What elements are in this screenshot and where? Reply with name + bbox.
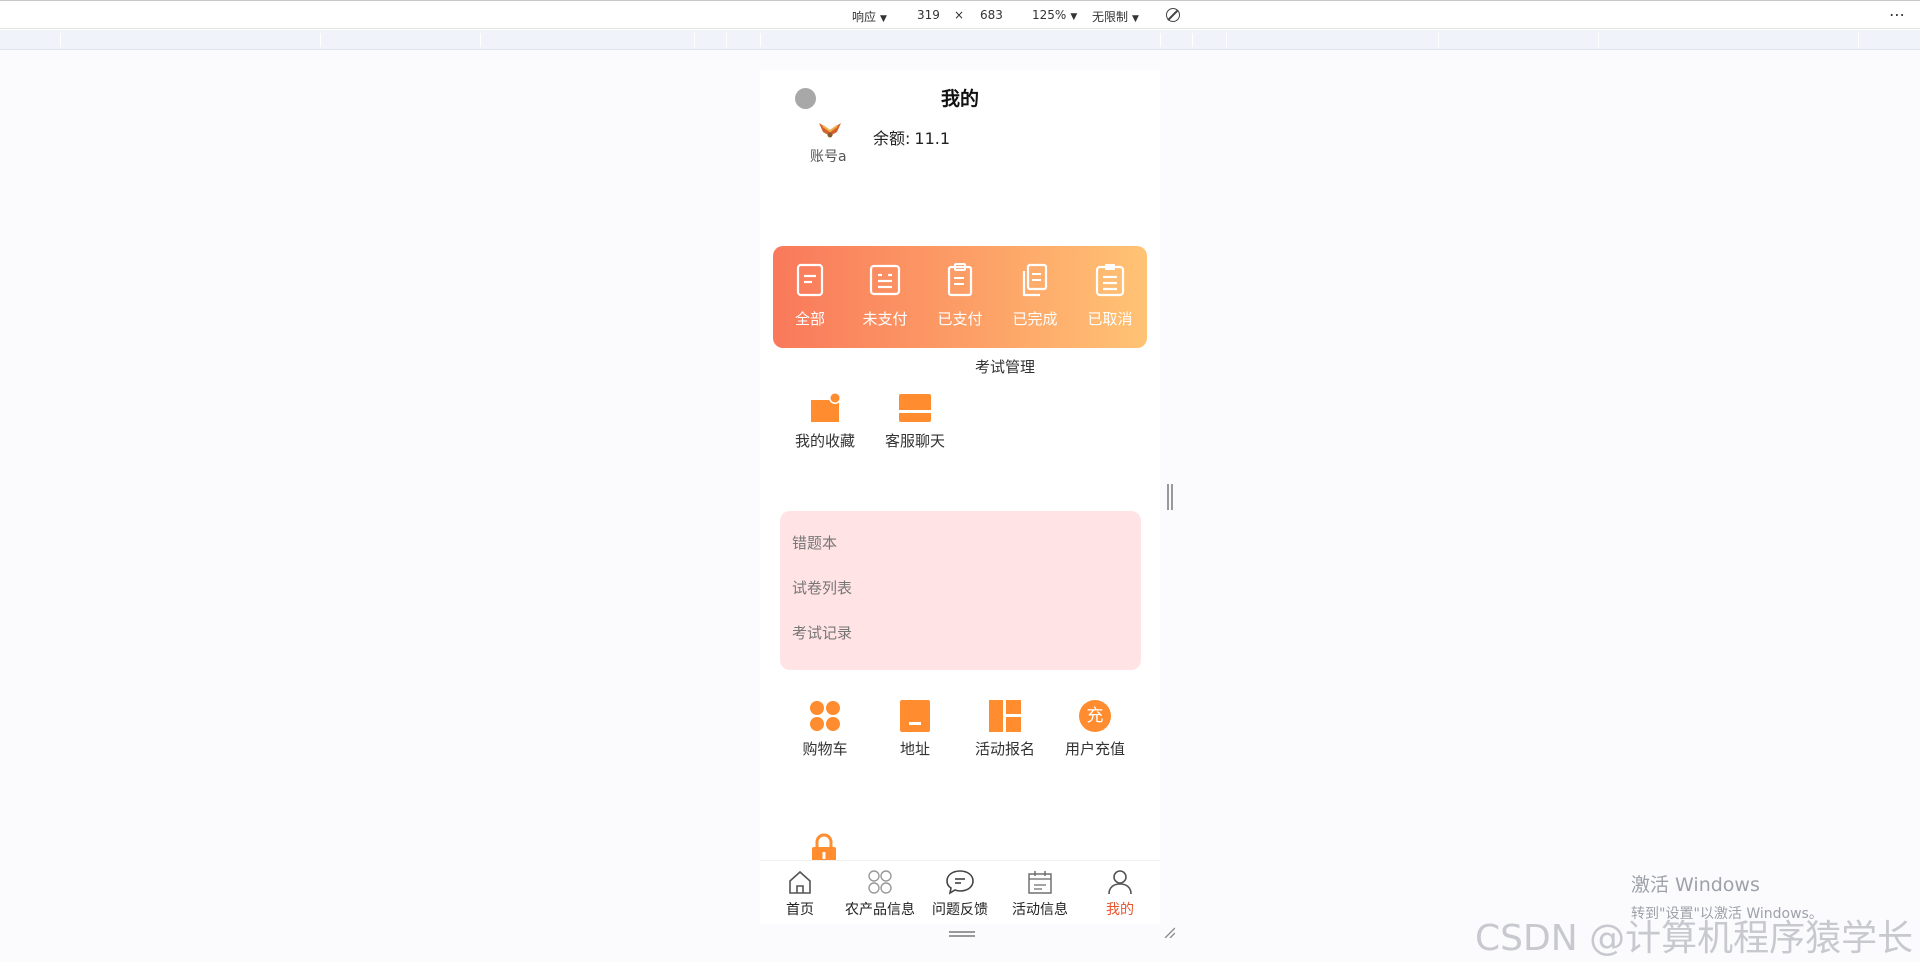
tab-products[interactable]: 农产品信息 [840,869,920,919]
message-icon [946,870,974,895]
function-label: 我的收藏 [795,432,856,450]
tab-mine[interactable]: 我的 [1080,869,1160,919]
dimension-separator: × [954,8,965,22]
order-tab-paid[interactable]: 已支付 [925,262,995,329]
activity-signup[interactable]: 活动报名 [965,700,1045,764]
exam-panel: 错题本 试卷列表 考试记录 [780,511,1141,670]
width-input[interactable]: 319 [917,8,940,22]
clipboard-list-icon [1095,264,1125,297]
service-label: 购物车 [802,740,848,758]
recharge-icon: 充 [1079,700,1111,732]
apps-icon [868,870,892,894]
balance: 余额: 11.1 [873,125,950,149]
order-tab-cancelled[interactable]: 已取消 [1075,262,1145,329]
function-label: 客服聊天 [885,432,946,450]
zoom-select[interactable]: 125% ▼ [1032,8,1077,22]
zoom-select-label: 125% [1032,8,1067,22]
address-icon [900,700,930,732]
lock-icon[interactable] [810,833,838,860]
calendar-icon [1028,871,1052,894]
csdn-watermark: CSDN @计算机程序猿学长 [1475,918,1914,959]
order-tab-label: 已支付 [937,310,983,328]
tab-label: 首页 [786,902,814,918]
paper-list-link[interactable]: 试卷列表 [792,577,852,598]
order-tab-label: 全部 [794,310,825,328]
bottom-tab-bar: 首页 农产品信息 问题反馈 活动信息 我的 [760,860,1160,924]
height-input[interactable]: 683 [980,8,1003,22]
media-query-ruler[interactable] [0,30,1920,50]
tab-feedback[interactable]: 问题反馈 [920,869,1000,919]
chevron-down-icon: ▼ [1132,14,1139,24]
rotate-icon[interactable] [1166,8,1180,22]
phone-frame: 我的 账号a 余额: 11.1 全部 未支付 已支付 已完成 已取消 我的收藏 … [760,70,1160,924]
tab-label: 问题反馈 [932,902,988,918]
exam-records-link[interactable]: 考试记录 [792,622,852,643]
recharge-glyph: 充 [1086,706,1104,726]
layout-icon [989,700,1021,732]
tab-home[interactable]: 首页 [760,869,840,919]
order-tab-completed[interactable]: 已完成 [1000,262,1070,329]
document-icon [796,263,824,297]
more-options-icon[interactable]: ⋯ [1889,5,1906,24]
address[interactable]: 地址 [875,700,955,764]
favorite-icon [811,392,841,422]
page-content[interactable]: 我的 账号a 余额: 11.1 全部 未支付 已支付 已完成 已取消 我的收藏 … [760,70,1160,860]
order-tab-label: 已完成 [1012,310,1058,328]
watermark-title: 激活 Windows [1631,874,1760,896]
service-label: 活动报名 [975,740,1036,758]
exam-management[interactable]: 考试管理 [965,352,1045,382]
throttle-select[interactable]: 无限制 ▼ [1092,8,1139,25]
function-label: 考试管理 [975,358,1036,376]
tab-label: 农产品信息 [845,902,915,918]
username[interactable]: 账号a [810,146,847,166]
service-label: 地址 [899,740,930,758]
my-favorites[interactable]: 我的收藏 [785,392,865,456]
order-tab-unpaid[interactable]: 未支付 [850,262,920,329]
device-select[interactable]: 响应 ▼ [852,8,887,25]
home-icon [789,870,811,894]
corner-resize-icon[interactable] [1163,926,1175,938]
chevron-down-icon: ▼ [880,14,887,24]
copy-icon [1022,263,1048,297]
list-icon [869,264,901,296]
chat-icon [899,394,931,422]
order-tab-label: 已取消 [1087,310,1133,328]
tab-label: 活动信息 [1012,902,1068,918]
wrong-questions-link[interactable]: 错题本 [792,532,837,553]
tab-activities[interactable]: 活动信息 [1000,869,1080,919]
user-icon [1108,870,1132,895]
balance-value: 11.1 [914,129,951,148]
order-status-card: 全部 未支付 已支付 已完成 已取消 [773,246,1147,348]
customer-chat[interactable]: 客服聊天 [875,392,955,456]
order-tab-all[interactable]: 全部 [775,262,845,329]
device-select-label: 响应 [852,10,877,24]
user-recharge[interactable]: 充 用户充值 [1055,700,1135,764]
clipboard-icon [947,263,973,297]
devtools-toolbar: 响应 ▼ 319 × 683 125% ▼ 无限制 ▼ ⋯ [0,0,1920,29]
tab-label: 我的 [1106,902,1134,918]
viewport-height-handle[interactable] [949,931,975,937]
grid-dots-icon [810,701,840,731]
viewport-resize-handle[interactable] [1167,484,1173,510]
page-title: 我的 [940,88,979,110]
avatar-icon[interactable] [817,120,843,140]
order-tab-label: 未支付 [862,310,908,328]
chevron-down-icon: ▼ [1070,12,1078,22]
service-label: 用户充值 [1065,740,1126,758]
throttle-select-label: 无限制 [1092,10,1129,24]
shopping-cart[interactable]: 购物车 [785,700,865,764]
balance-label: 余额: [873,129,911,148]
